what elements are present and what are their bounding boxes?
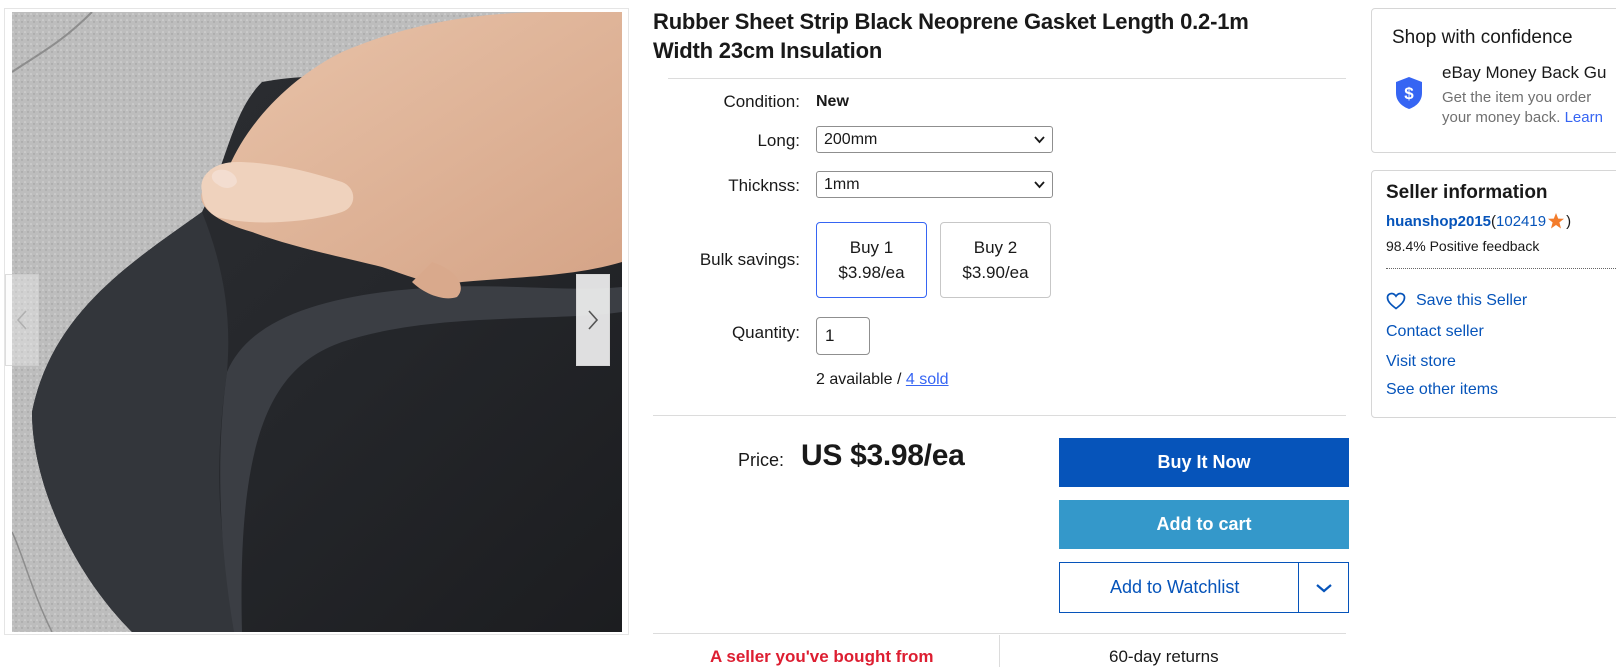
- long-label: Long:: [757, 131, 800, 150]
- footer-divider: [653, 633, 1346, 634]
- previous-image-button[interactable]: [5, 274, 39, 366]
- shop-with-confidence-card: Shop with confidence $ eBay Money Back G…: [1371, 8, 1616, 153]
- quantity-label: Quantity:: [731, 323, 800, 342]
- title-divider: [668, 78, 1346, 79]
- money-back-line2-text: your money back.: [1442, 109, 1565, 126]
- footer-separator: [999, 635, 1000, 667]
- price-value: US $3.98/ea: [801, 439, 965, 472]
- watchlist-dropdown-button[interactable]: [1298, 563, 1348, 612]
- price-label: Price:: [738, 450, 785, 470]
- seller-information-title: Seller information: [1386, 182, 1548, 203]
- shop-with-confidence-title: Shop with confidence: [1392, 27, 1573, 48]
- seller-score-close: ): [1566, 212, 1572, 230]
- money-back-line1: Get the item you order: [1442, 89, 1592, 106]
- bulk-option-buy-1[interactable]: Buy 1 $3.98/ea: [816, 222, 927, 298]
- product-photo-drawing: [12, 12, 622, 632]
- seller-identity: huanshop2015 ( 102419 ): [1386, 212, 1571, 230]
- seller-name-link[interactable]: huanshop2015: [1386, 213, 1491, 230]
- thickness-label: Thicknss:: [728, 176, 800, 195]
- chevron-down-icon: [1315, 583, 1332, 592]
- bulk-option-qty: Buy 2: [973, 238, 1018, 257]
- image-gallery: [4, 8, 629, 635]
- visit-store-link[interactable]: Visit store: [1386, 353, 1456, 371]
- contact-seller-link[interactable]: Contact seller: [1386, 323, 1484, 341]
- money-back-description: Get the item you order your money back. …: [1442, 88, 1603, 128]
- thickness-select-value: 1mm: [824, 175, 860, 193]
- bulk-option-price: $3.98/ea: [838, 263, 905, 282]
- seller-divider: [1386, 268, 1616, 269]
- quantity-value: 1: [825, 326, 835, 345]
- bulk-option-buy-2[interactable]: Buy 2 $3.90/ea: [940, 222, 1051, 298]
- save-seller-label: Save this Seller: [1416, 292, 1528, 309]
- money-back-line2: your money back. Learn: [1442, 108, 1603, 128]
- heart-icon: [1386, 292, 1406, 310]
- shield-dollar-icon: $: [1396, 77, 1422, 109]
- long-select-value: 200mm: [824, 130, 878, 148]
- seller-bought-from-notice: A seller you've bought from: [710, 647, 934, 666]
- product-title-line2: Width 23cm Insulation: [653, 38, 883, 63]
- seller-information-card: Seller information huanshop2015 ( 102419…: [1371, 170, 1616, 418]
- buy-it-now-button[interactable]: Buy It Now: [1059, 438, 1349, 487]
- available-count: 2 available /: [816, 371, 906, 388]
- product-title: Rubber Sheet Strip Black Neoprene Gasket…: [653, 7, 1333, 65]
- long-select[interactable]: 200mm: [816, 126, 1053, 153]
- chevron-down-icon: [1034, 181, 1045, 189]
- svg-text:$: $: [1404, 84, 1414, 103]
- thickness-select[interactable]: 1mm: [816, 171, 1053, 198]
- condition-value: New: [816, 93, 849, 110]
- availability: 2 available / 4 sold: [816, 371, 949, 389]
- positive-feedback: 98.4% Positive feedback: [1386, 238, 1540, 254]
- chevron-left-icon: [16, 310, 27, 330]
- see-other-items-link[interactable]: See other items: [1386, 381, 1498, 399]
- product-title-line1: Rubber Sheet Strip Black Neoprene Gasket…: [653, 9, 1249, 34]
- next-image-button[interactable]: [576, 274, 610, 366]
- learn-more-link[interactable]: Learn: [1565, 109, 1603, 126]
- add-to-watchlist-button[interactable]: Add to Watchlist: [1059, 562, 1349, 613]
- seller-feedback-score-link[interactable]: 102419: [1496, 213, 1546, 230]
- bulk-option-price: $3.90/ea: [962, 263, 1029, 282]
- star-rating-icon: [1548, 213, 1565, 229]
- save-seller-link[interactable]: Save this Seller: [1386, 292, 1527, 310]
- sold-count-link[interactable]: 4 sold: [906, 371, 949, 388]
- add-to-watchlist-label: Add to Watchlist: [1110, 577, 1240, 597]
- product-image[interactable]: [12, 12, 622, 632]
- returns-notice: 60-day returns: [1109, 647, 1219, 666]
- bulk-savings-label: Bulk savings:: [699, 250, 800, 269]
- price-divider: [653, 415, 1346, 416]
- quantity-input[interactable]: 1: [816, 317, 870, 355]
- chevron-down-icon: [1034, 136, 1045, 144]
- bulk-option-qty: Buy 1: [849, 238, 894, 257]
- chevron-right-icon: [588, 310, 599, 330]
- condition-label: Condition:: [723, 92, 800, 111]
- money-back-title: eBay Money Back Gu: [1442, 63, 1607, 82]
- add-to-cart-button[interactable]: Add to cart: [1059, 500, 1349, 549]
